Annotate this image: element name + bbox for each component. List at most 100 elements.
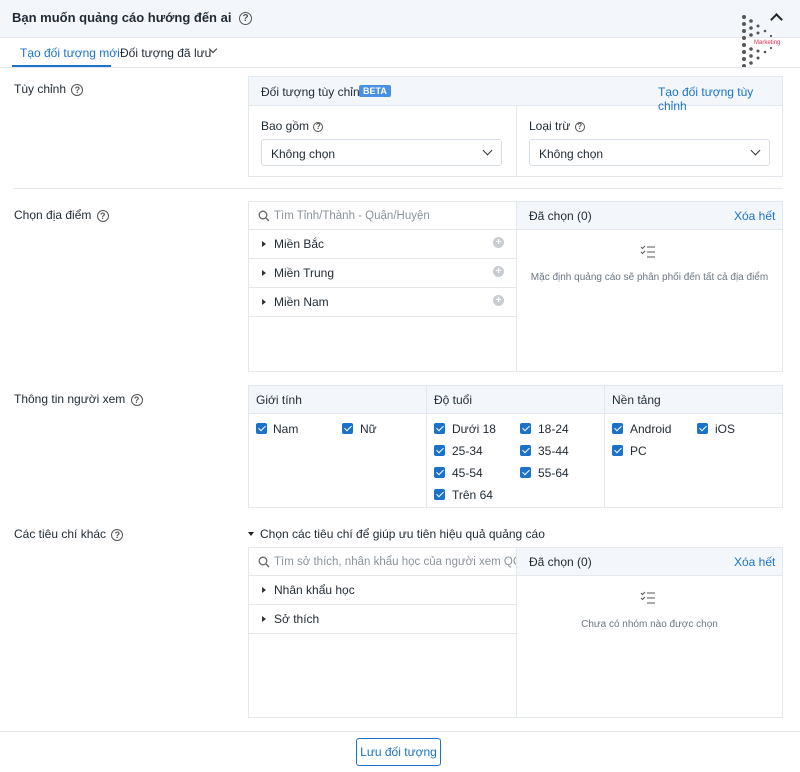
other-criteria-toggle-text: Chọn các tiêu chí để giúp ưu tiên hiệu q… — [260, 527, 545, 541]
exclude-label: Loại trừ ? — [529, 119, 585, 133]
age-title: Độ tuổi — [434, 393, 473, 407]
criteria-item[interactable]: Nhân khẩu học — [249, 576, 516, 605]
include-label-text: Bao gồm — [261, 119, 310, 133]
other-empty-text: Chưa có nhóm nào được chọn — [581, 619, 718, 630]
age-checkbox[interactable] — [434, 445, 445, 456]
help-icon[interactable]: ? — [111, 528, 124, 541]
age-checkbox[interactable] — [520, 423, 531, 434]
gender-title: Giới tính — [256, 393, 302, 407]
help-icon[interactable]: ? — [71, 83, 84, 96]
include-select[interactable]: Không chọn — [261, 139, 502, 166]
exclude-label-text: Loại trừ — [529, 119, 571, 133]
criteria-item-label: Sở thích — [274, 612, 320, 626]
gender-checkbox[interactable] — [256, 423, 267, 434]
location-clear-all-link[interactable]: Xóa hết — [734, 209, 775, 223]
beta-badge: BETA — [359, 85, 391, 97]
add-icon[interactable]: + — [493, 266, 504, 277]
checklist-icon — [640, 245, 655, 258]
location-item-label: Miền Trung — [274, 266, 335, 280]
age-checkbox[interactable] — [434, 489, 445, 500]
gender-checkbox[interactable] — [342, 423, 353, 434]
custom-panel-title: Đối tượng tùy chỉnh — [261, 85, 367, 99]
other-search[interactable]: Tìm sở thích, nhân khẩu học của người xe… — [249, 548, 521, 576]
save-audience-button[interactable]: Lưu đối tượng — [356, 738, 441, 766]
help-icon[interactable]: ? — [239, 12, 253, 26]
checklist-icon — [640, 591, 655, 604]
location-label: Chọn địa điểm ? — [14, 208, 109, 222]
caret-right-icon — [262, 616, 266, 622]
age-option-label: 18-24 — [538, 422, 569, 436]
page-title-text: Bạn muốn quảng cáo hướng đến ai — [12, 10, 232, 25]
help-icon[interactable]: ? — [96, 209, 109, 222]
age-option-label: 45-54 — [452, 466, 483, 480]
other-criteria-panel: Tìm sở thích, nhân khẩu học của người xe… — [248, 547, 783, 718]
platform-checkbox[interactable] — [612, 445, 623, 456]
help-icon[interactable]: ? — [130, 393, 143, 406]
exclude-select[interactable]: Không chọn — [529, 139, 770, 166]
age-checkbox[interactable] — [434, 423, 445, 434]
criteria-item-label: Nhân khẩu học — [274, 583, 355, 597]
criteria-item[interactable]: Sở thích — [249, 605, 516, 634]
platform-option-label: PC — [630, 444, 647, 458]
age-checkbox[interactable] — [520, 445, 531, 456]
location-label-text: Chọn địa điểm — [14, 208, 92, 222]
caret-right-icon — [262, 587, 266, 593]
viewer-panel-header — [249, 386, 782, 414]
viewer-label-text: Thông tin người xem — [14, 392, 126, 406]
other-selected-count: Đã chọn (0) — [529, 555, 592, 569]
add-icon[interactable]: + — [493, 295, 504, 306]
custom-audience-panel: Đối tượng tùy chỉnh BETA Tạo đối tượng t… — [248, 76, 783, 177]
location-item[interactable]: Miền Nam + — [249, 288, 516, 317]
custom-label-text: Tùy chỉnh — [14, 82, 67, 96]
location-empty-text: Mặc định quảng cáo sẽ phân phối đến tất … — [530, 272, 769, 283]
age-option-label: 25-34 — [452, 444, 483, 458]
location-item[interactable]: Miền Bắc + — [249, 230, 516, 259]
age-checkbox[interactable] — [434, 467, 445, 478]
age-option-label: 35-44 — [538, 444, 569, 458]
location-item[interactable]: Miền Trung + — [249, 259, 516, 288]
help-icon[interactable]: ? — [574, 121, 585, 132]
gender-option-label: Nam — [273, 422, 299, 436]
location-search-placeholder: Tìm Tỉnh/Thành - Quận/Huyện — [274, 210, 430, 222]
platform-checkbox[interactable] — [612, 423, 623, 434]
tab-active-indicator — [12, 65, 111, 67]
custom-label: Tùy chỉnh ? — [14, 82, 84, 96]
age-checkbox[interactable] — [520, 467, 531, 478]
include-select-value: Không chọn — [271, 147, 336, 161]
caret-right-icon — [262, 299, 266, 305]
caret-down-icon — [248, 532, 254, 536]
viewer-divider — [426, 386, 427, 507]
age-option-label: Trên 64 — [452, 488, 493, 502]
search-icon — [258, 210, 270, 222]
footer-divider — [0, 731, 800, 732]
search-icon — [258, 556, 270, 568]
help-icon[interactable]: ? — [313, 121, 324, 132]
other-search-placeholder: Tìm sở thích, nhân khẩu học của người xe… — [274, 556, 522, 568]
gender-option-label: Nữ — [360, 422, 377, 436]
section-divider — [14, 188, 783, 189]
other-clear-all-link[interactable]: Xóa hết — [734, 555, 775, 569]
platform-title: Nền tảng — [612, 393, 661, 407]
chevron-down-icon — [750, 145, 761, 156]
location-item-label: Miền Bắc — [274, 237, 325, 251]
platform-checkbox[interactable] — [697, 423, 708, 434]
viewer-divider — [604, 386, 605, 507]
location-search[interactable]: Tìm Tỉnh/Thành - Quận/Huyện — [249, 202, 516, 230]
location-item-label: Miền Nam — [274, 295, 329, 309]
caret-right-icon — [262, 270, 266, 276]
tab-saved-audience[interactable]: Đối tượng đã lưu — [120, 46, 211, 60]
viewer-panel: Giới tính Độ tuổi Nền tảng Nam Nữ Dưới 1… — [248, 385, 783, 508]
other-criteria-label-text: Các tiêu chí khác — [14, 527, 107, 541]
platform-option-label: iOS — [715, 422, 736, 436]
include-label: Bao gồm ? — [261, 119, 324, 133]
page-title: Bạn muốn quảng cáo hướng đến ai ? — [12, 10, 253, 26]
platform-option-label: Android — [630, 422, 672, 436]
tab-new-audience[interactable]: Tạo đối tượng mới — [20, 46, 120, 60]
create-custom-audience-link[interactable]: Tạo đối tượng tùy chỉnh — [658, 85, 782, 113]
add-icon[interactable]: + — [493, 237, 504, 248]
caret-right-icon — [262, 241, 266, 247]
location-panel: Tìm Tỉnh/Thành - Quận/Huyện Miền Bắc + M… — [248, 201, 783, 372]
other-criteria-label: Các tiêu chí khác ? — [14, 527, 124, 541]
exclude-select-value: Không chọn — [539, 147, 604, 161]
chevron-down-icon — [482, 145, 493, 156]
